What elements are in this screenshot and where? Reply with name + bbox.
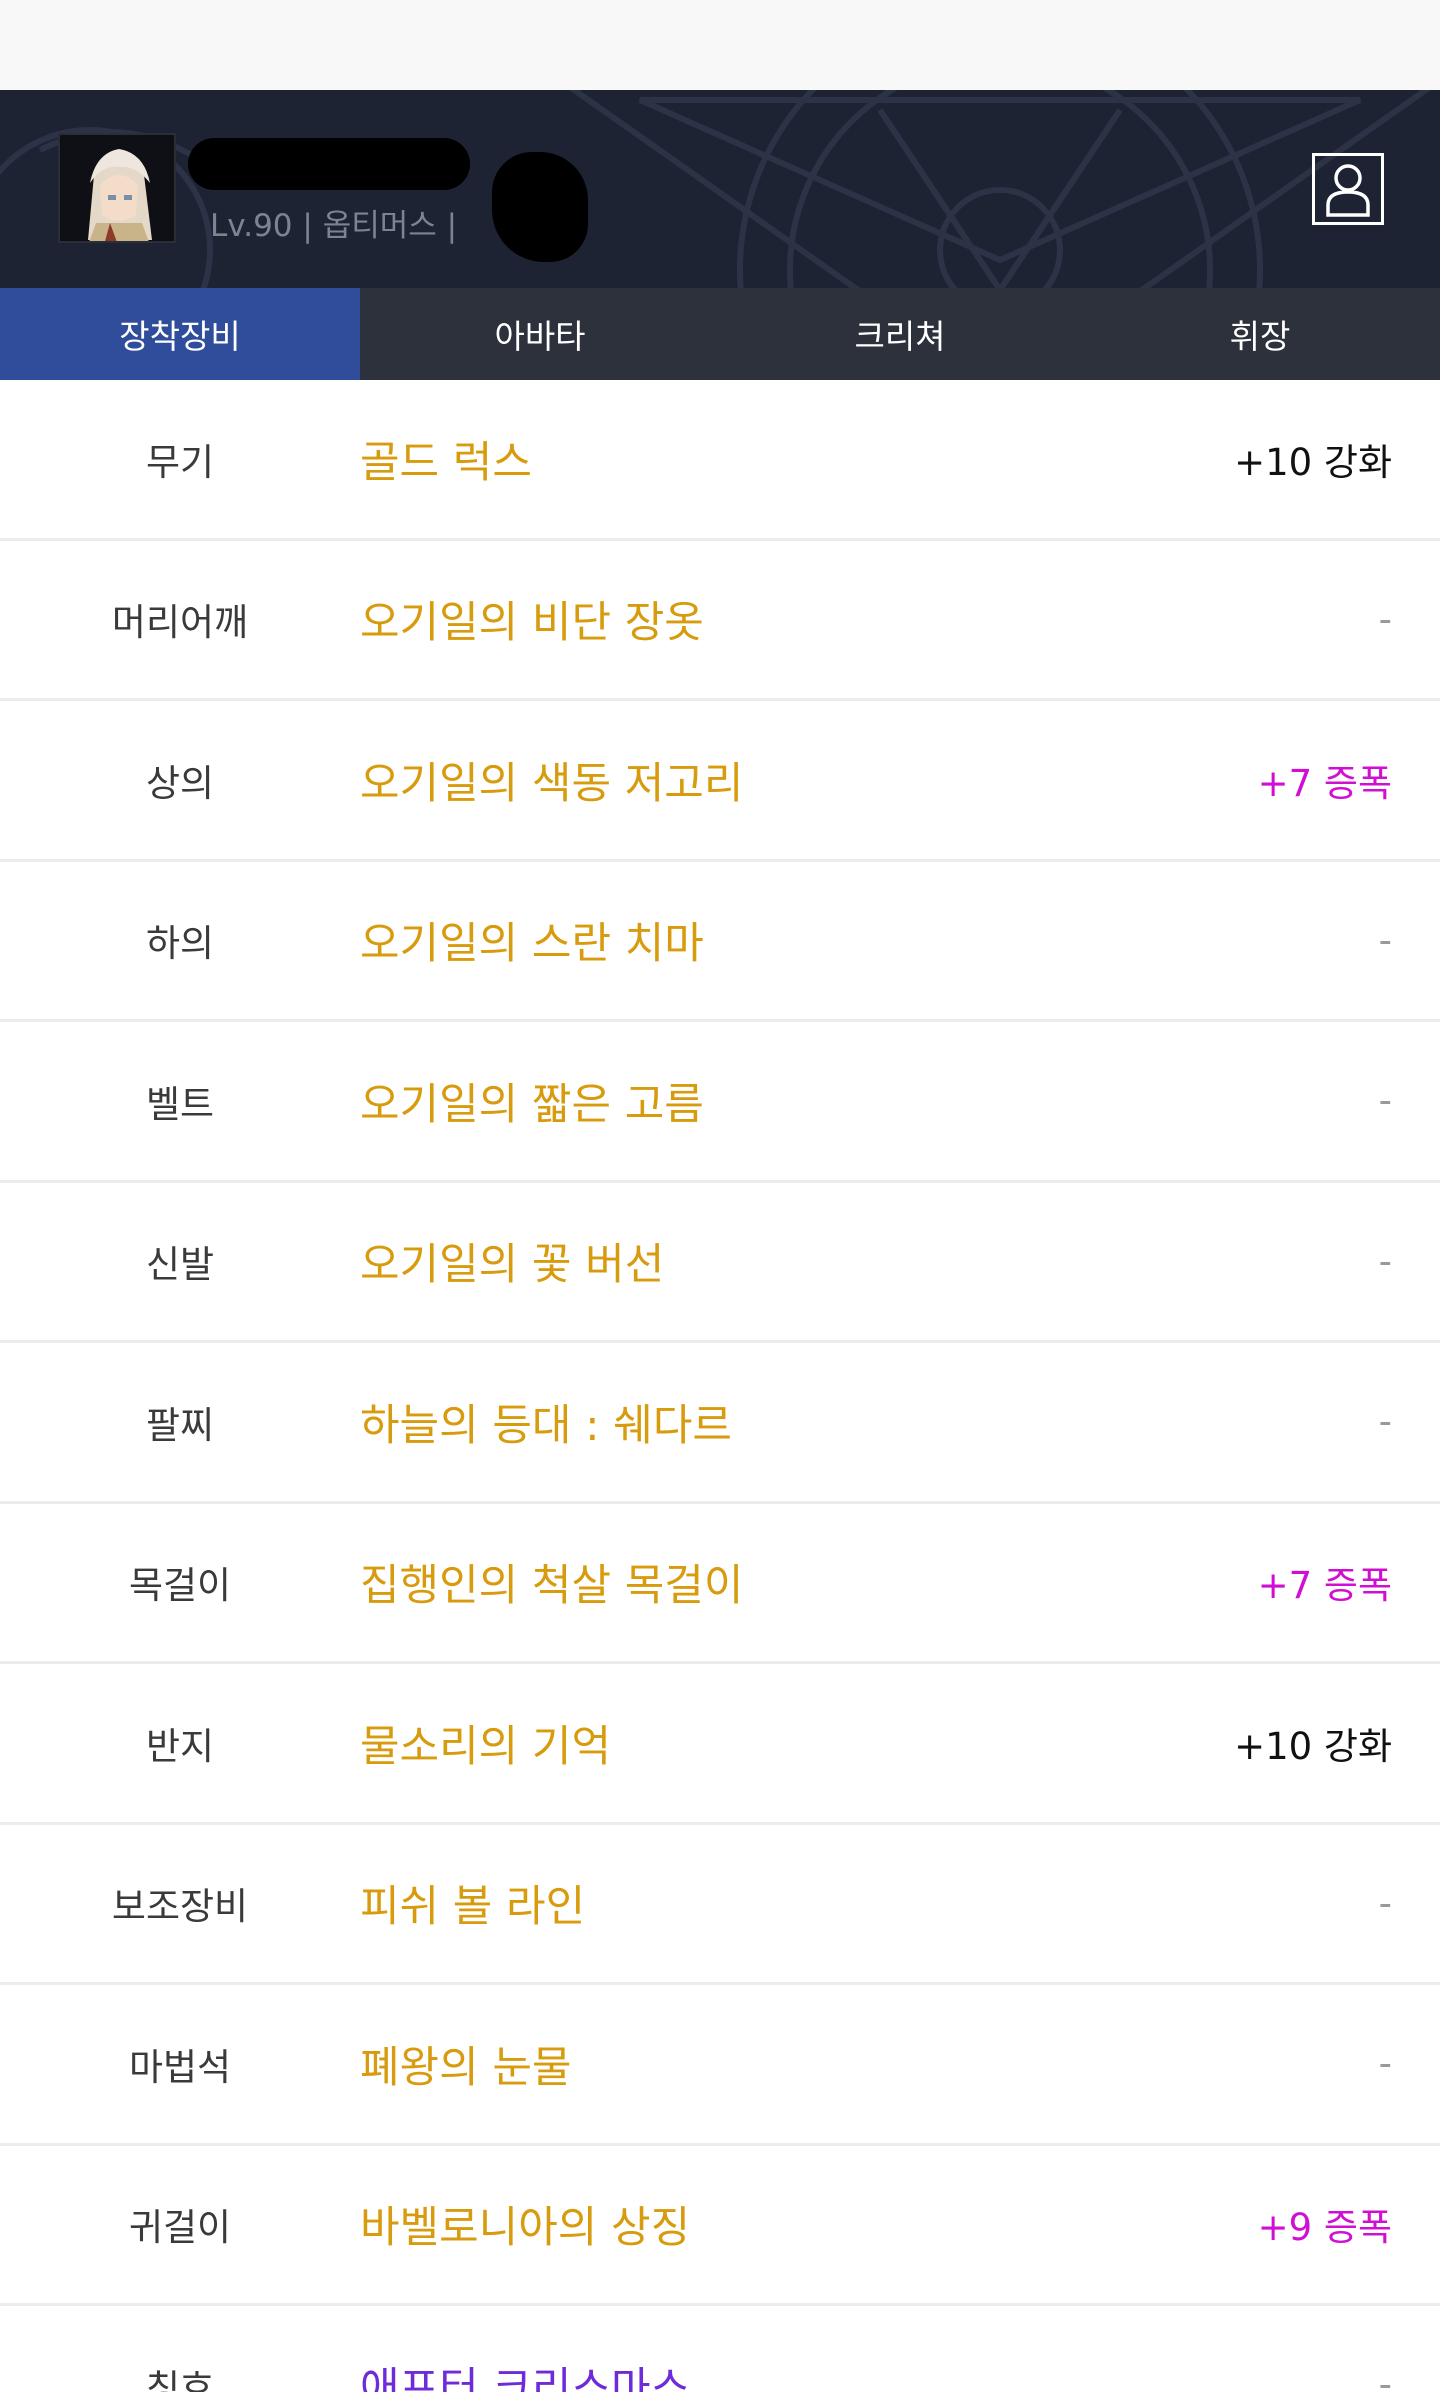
profile-button[interactable]	[1312, 153, 1384, 225]
character-name-redacted	[188, 138, 470, 190]
upgrade-status: -	[1378, 1079, 1392, 1123]
job-text: 옵티머스	[322, 208, 437, 244]
upgrade-status: -	[1378, 2042, 1392, 2086]
slot-label: 신발	[145, 1243, 215, 1287]
equipment-tabs: 장착장비 아바타 크리쳐 휘장	[0, 288, 1440, 380]
upgrade-status: +7 증폭	[1257, 1564, 1392, 1608]
item-name[interactable]: 오기일의 색동 저고리	[360, 749, 1120, 811]
server-name-redacted	[492, 152, 588, 262]
slot-label: 귀걸이	[128, 2206, 232, 2250]
equipment-row-title[interactable]: 칭호 애프터 크리스마스 -	[0, 2306, 1440, 2392]
upgrade-status: -	[1378, 918, 1392, 962]
slot-label: 무기	[145, 440, 215, 484]
upgrade-status: -	[1378, 597, 1392, 641]
item-name[interactable]: 폐왕의 눈물	[360, 2033, 1120, 2095]
top-status-bar	[0, 0, 1440, 90]
equipment-row-bottom[interactable]: 하의 오기일의 스란 치마 -	[0, 862, 1440, 1022]
item-name[interactable]: 오기일의 짧은 고름	[360, 1070, 1120, 1132]
equipment-row-top[interactable]: 상의 오기일의 색동 저고리 +7 증폭	[0, 701, 1440, 862]
slot-label: 목걸이	[128, 1564, 232, 1608]
equipment-row-bracelet[interactable]: 팔찌 하늘의 등대 : 쉐다르 -	[0, 1343, 1440, 1504]
item-name[interactable]: 집행인의 척살 목걸이	[360, 1551, 1120, 1613]
equipment-row-support[interactable]: 보조장비 피쉬 볼 라인 -	[0, 1825, 1440, 1985]
equipment-row-belt[interactable]: 벨트 오기일의 짧은 고름 -	[0, 1022, 1440, 1183]
upgrade-status: -	[1378, 1881, 1392, 1925]
tab-emblem[interactable]: 휘장	[1080, 288, 1440, 380]
item-name[interactable]: 바벨로니아의 상징	[360, 2193, 1120, 2255]
equipment-row-weapon[interactable]: 무기 골드 럭스 +10 강화	[0, 380, 1440, 541]
upgrade-status: +9 증폭	[1257, 2206, 1392, 2250]
upgrade-status: -	[1378, 2363, 1392, 2392]
tab-avatar[interactable]: 아바타	[360, 288, 720, 380]
tab-equipped[interactable]: 장착장비	[0, 288, 360, 380]
character-profile-header: Lv.90 | 옵티머스 |	[0, 90, 1440, 288]
item-name[interactable]: 애프터 크리스마스	[360, 2354, 1120, 2392]
item-name[interactable]: 오기일의 비단 장옷	[360, 588, 1120, 650]
equipment-row-necklace[interactable]: 목걸이 집행인의 척살 목걸이 +7 증폭	[0, 1504, 1440, 1664]
equipment-row-head-shoulder[interactable]: 머리어깨 오기일의 비단 장옷 -	[0, 541, 1440, 701]
slot-label: 반지	[145, 1724, 215, 1768]
tab-creature[interactable]: 크리쳐	[720, 288, 1080, 380]
slot-label: 팔찌	[145, 1403, 215, 1447]
upgrade-status: -	[1378, 1239, 1392, 1283]
upgrade-status: +10 강화	[1234, 440, 1392, 484]
level-text: Lv.90	[210, 208, 293, 244]
item-name[interactable]: 골드 럭스	[360, 428, 1120, 490]
item-name[interactable]: 하늘의 등대 : 쉐다르	[360, 1391, 1120, 1453]
slot-label: 상의	[145, 761, 215, 805]
slot-label: 하의	[145, 922, 215, 966]
separator: |	[446, 208, 458, 244]
item-name[interactable]: 오기일의 꽃 버선	[360, 1230, 1120, 1292]
equipment-row-magic-stone[interactable]: 마법석 폐왕의 눈물 -	[0, 1985, 1440, 2146]
upgrade-status: +10 강화	[1234, 1724, 1392, 1768]
upgrade-status: +7 증폭	[1257, 761, 1392, 805]
separator: |	[302, 208, 313, 244]
slot-label: 보조장비	[111, 1885, 249, 1929]
item-name[interactable]: 피쉬 볼 라인	[360, 1872, 1120, 1934]
equipment-row-shoes[interactable]: 신발 오기일의 꽃 버선 -	[0, 1183, 1440, 1343]
character-avatar	[58, 133, 176, 243]
upgrade-status: -	[1378, 1400, 1392, 1444]
level-job-line: Lv.90 | 옵티머스 |	[210, 200, 457, 245]
slot-label: 머리어깨	[111, 601, 249, 645]
person-icon	[1326, 164, 1370, 217]
slot-label: 칭호	[145, 2366, 215, 2392]
equipment-list: 무기 골드 럭스 +10 강화 머리어깨 오기일의 비단 장옷 - 상의 오기일…	[0, 380, 1440, 2392]
equipment-row-ring[interactable]: 반지 물소리의 기억 +10 강화	[0, 1664, 1440, 1825]
item-name[interactable]: 오기일의 스란 치마	[360, 909, 1120, 971]
item-name[interactable]: 물소리의 기억	[360, 1712, 1120, 1774]
slot-label: 벨트	[145, 1082, 215, 1126]
equipment-row-earring[interactable]: 귀걸이 바벨로니아의 상징 +9 증폭	[0, 2146, 1440, 2306]
slot-label: 마법석	[128, 2045, 232, 2089]
